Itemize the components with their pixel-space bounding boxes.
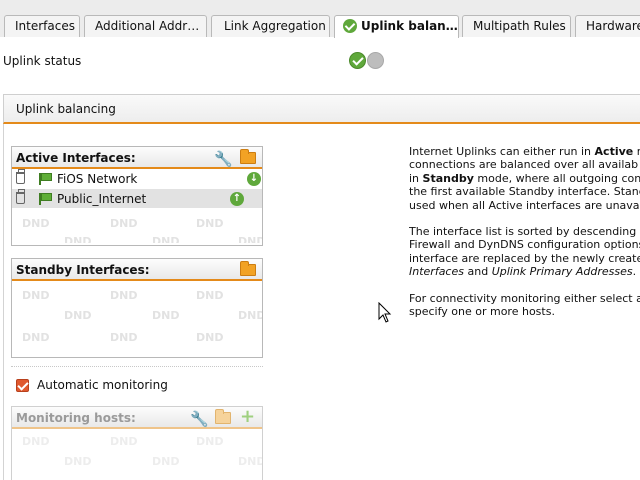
active-interfaces-box: Active Interfaces: 🔧 DND DND DND DND DND… xyxy=(11,146,263,246)
dnd-watermark: DND DND DND DND DND DND xyxy=(22,435,262,468)
active-interfaces-list[interactable]: DND DND DND DND DND DND DND DND DND FiOS… xyxy=(12,169,262,243)
automatic-monitoring-checkbox[interactable] xyxy=(16,379,29,392)
tab-label: Uplink balan… xyxy=(361,19,458,33)
tab-interfaces[interactable]: Interfaces xyxy=(4,15,80,37)
interface-label: Public_Internet xyxy=(57,192,147,206)
tab-link-aggregation[interactable]: Link Aggregation xyxy=(211,15,330,37)
add-icon: + xyxy=(240,406,256,427)
folder-icon[interactable] xyxy=(240,261,256,276)
active-interfaces-header: Active Interfaces: 🔧 xyxy=(12,147,262,169)
network-flag-icon xyxy=(39,173,53,185)
tab-label: Interfaces xyxy=(15,19,75,33)
divider xyxy=(11,366,263,367)
tab-label: Additional Addr… xyxy=(95,19,200,33)
tab-bar: Interfaces Additional Addr… Link Aggrega… xyxy=(0,0,640,38)
uplink-balancing-header[interactable]: Uplink balancing xyxy=(3,94,640,124)
interface-label: FiOS Network xyxy=(57,172,138,186)
monitoring-hosts-title: Monitoring hosts: xyxy=(16,411,136,425)
folder-icon xyxy=(215,409,231,424)
monitoring-hosts-box: Monitoring hosts: 🔧 + DND DND DND DND DN… xyxy=(11,406,263,480)
panel-title: Uplink balancing xyxy=(16,102,116,116)
wrench-icon[interactable]: 🔧 xyxy=(214,150,233,168)
uplink-status-row: Uplink status xyxy=(0,37,640,85)
trash-icon[interactable] xyxy=(16,169,25,184)
monitoring-hosts-list: DND DND DND DND DND DND xyxy=(12,429,262,480)
wrench-icon: 🔧 xyxy=(190,410,209,428)
standby-interfaces-list[interactable]: DND DND DND DND DND DND DND DND DND xyxy=(12,281,262,357)
monitoring-hosts-header: Monitoring hosts: 🔧 + xyxy=(12,407,262,429)
tab-label: Multipath Rules xyxy=(473,19,566,33)
mouse-pointer-icon xyxy=(378,302,392,323)
status-ok-icon xyxy=(349,52,366,69)
help-text: Internet Uplinks can either run in Activ… xyxy=(409,145,640,331)
tab-additional-addresses[interactable]: Additional Addr… xyxy=(84,15,207,37)
standby-interfaces-box: Standby Interfaces: DND DND DND DND DND … xyxy=(11,258,263,358)
help-paragraph-1: Internet Uplinks can either run in Activ… xyxy=(409,145,640,212)
move-up-icon[interactable]: ↑ xyxy=(230,192,244,206)
dnd-watermark: DND DND DND DND DND DND DND DND DND xyxy=(22,289,262,344)
help-paragraph-2: The interface list is sorted by descendi… xyxy=(409,225,640,279)
status-inactive-icon xyxy=(367,52,384,69)
tab-label: Hardware xyxy=(586,19,640,33)
network-flag-icon xyxy=(39,193,53,205)
help-paragraph-3: For connectivity monitoring either selec… xyxy=(409,291,640,319)
check-circle-icon xyxy=(343,19,357,33)
automatic-monitoring-label[interactable]: Automatic monitoring xyxy=(37,378,168,392)
tab-multipath-rules[interactable]: Multipath Rules xyxy=(462,15,571,37)
tab-hardware[interactable]: Hardware xyxy=(575,15,640,37)
list-item-fios-network[interactable]: FiOS Network ↓ xyxy=(12,169,262,189)
move-down-icon[interactable]: ↓ xyxy=(247,172,261,186)
standby-interfaces-title: Standby Interfaces: xyxy=(16,263,150,277)
standby-interfaces-header: Standby Interfaces: xyxy=(12,259,262,281)
uplink-status-label: Uplink status xyxy=(3,54,82,68)
trash-icon[interactable] xyxy=(16,189,25,204)
tab-label: Link Aggregation xyxy=(224,19,326,33)
active-interfaces-title: Active Interfaces: xyxy=(16,151,136,165)
folder-icon[interactable] xyxy=(240,149,256,164)
tab-uplink-balancing[interactable]: Uplink balan… xyxy=(334,15,459,38)
list-item-public-internet[interactable]: Public_Internet ↑ xyxy=(12,189,262,209)
